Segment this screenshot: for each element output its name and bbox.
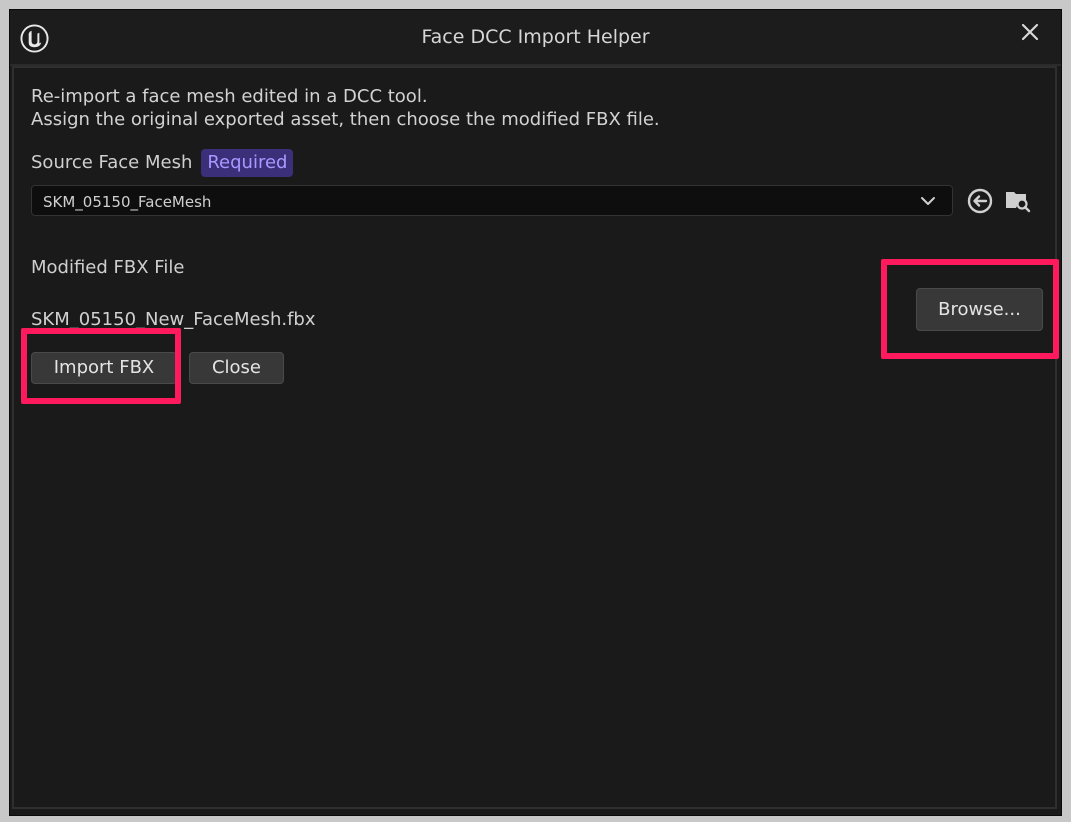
source-mesh-label-row: Source Face Mesh Required — [31, 149, 294, 177]
use-selected-asset-icon[interactable] — [966, 187, 994, 215]
fbx-file-name: SKM_05150_New_FaceMesh.fbx — [31, 309, 316, 330]
browse-to-asset-icon[interactable] — [1004, 186, 1032, 214]
close-button[interactable]: Close — [189, 352, 284, 384]
close-icon[interactable] — [1019, 21, 1041, 43]
description-line-2: Assign the original exported asset, then… — [31, 109, 660, 130]
chevron-down-icon — [921, 197, 935, 205]
window-title: Face DCC Import Helper — [421, 26, 650, 48]
required-badge: Required — [201, 149, 294, 177]
title-bar: Face DCC Import Helper — [10, 10, 1061, 66]
description: Re-import a face mesh edited in a DCC to… — [31, 85, 660, 131]
content-panel: Re-import a face mesh edited in a DCC to… — [12, 66, 1057, 809]
import-fbx-button[interactable]: Import FBX — [31, 352, 177, 384]
source-mesh-selected-value: SKM_05150_FaceMesh — [43, 193, 212, 211]
modified-fbx-label: Modified FBX File — [31, 257, 185, 278]
description-line-1: Re-import a face mesh edited in a DCC to… — [31, 86, 428, 107]
source-mesh-dropdown[interactable]: SKM_05150_FaceMesh — [31, 185, 953, 216]
browse-button[interactable]: Browse... — [916, 288, 1043, 331]
source-mesh-label: Source Face Mesh — [31, 152, 193, 173]
import-helper-window: Face DCC Import Helper Re-import a face … — [9, 9, 1062, 816]
